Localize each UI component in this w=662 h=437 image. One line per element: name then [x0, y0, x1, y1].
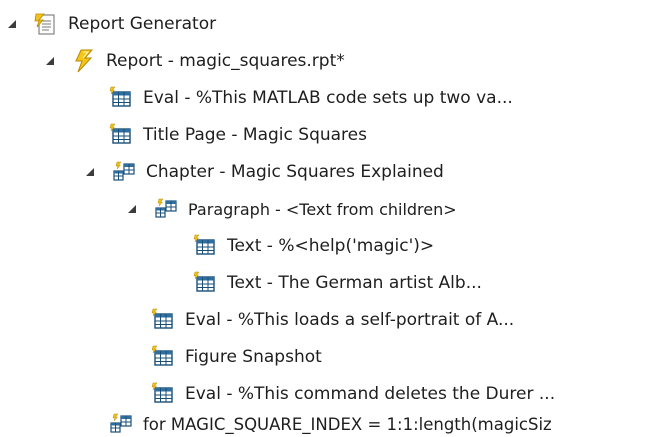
- tree-item-paragraph[interactable]: Paragraph - <Text from children>: [126, 191, 457, 227]
- expand-arrow-icon[interactable]: [44, 55, 56, 67]
- tree-item-label: Text - %<help('magic')>: [227, 236, 435, 256]
- tree-item-label: Paragraph - <Text from children>: [188, 199, 457, 219]
- tree-item-eval-self-portrait[interactable]: Eval - %This loads a self-portrait of A.…: [151, 302, 514, 338]
- tree-item-label: Eval - %This MATLAB code sets up two va.…: [143, 88, 513, 108]
- tree-item-report[interactable]: Report - magic_squares.rpt*: [44, 43, 345, 79]
- tree-item-for-loop[interactable]: for MAGIC_SQUARE_INDEX = 1:1:length(magi…: [109, 411, 662, 437]
- table-icon: [151, 345, 175, 369]
- tree-item-report-generator[interactable]: Report Generator: [6, 6, 216, 42]
- tree-item-eval-delete-durer[interactable]: Eval - %This command deletes the Durer .…: [151, 376, 555, 412]
- tree-item-figure-snapshot[interactable]: Figure Snapshot: [151, 339, 322, 375]
- tree-item-label: Chapter - Magic Squares Explained: [146, 162, 444, 182]
- tree-item-label: Figure Snapshot: [185, 347, 322, 367]
- tree-item-text-help[interactable]: Text - %<help('magic')>: [193, 228, 434, 264]
- tree-item-label: Text - The German artist Alb...: [227, 273, 482, 293]
- tree-item-label: Eval - %This command deletes the Durer .…: [185, 384, 556, 404]
- table-icon: [151, 308, 175, 332]
- table-icon: [193, 271, 217, 295]
- tree-item-label: Eval - %This loads a self-portrait of A.…: [185, 310, 515, 330]
- table-icon: [151, 382, 175, 406]
- tree-item-label: Title Page - Magic Squares: [143, 125, 367, 145]
- report-generator-icon: [34, 12, 58, 36]
- table-icon: [193, 234, 217, 258]
- tree-item-title-page[interactable]: Title Page - Magic Squares: [109, 117, 367, 153]
- table-icon: [109, 86, 133, 110]
- lightning-icon: [72, 49, 96, 73]
- tree-item-chapter[interactable]: Chapter - Magic Squares Explained: [84, 154, 444, 190]
- expand-arrow-icon[interactable]: [126, 203, 138, 215]
- expand-arrow-icon[interactable]: [6, 18, 18, 30]
- tree-item-text-german-artist[interactable]: Text - The German artist Alb...: [193, 265, 482, 301]
- tree-item-label: Report Generator: [68, 14, 217, 34]
- table-icon: [109, 123, 133, 147]
- expand-arrow-icon[interactable]: [84, 166, 96, 178]
- tree-item-label: for MAGIC_SQUARE_INDEX = 1:1:length(magi…: [143, 414, 552, 434]
- tree-item-label: Report - magic_squares.rpt*: [106, 51, 345, 71]
- component-tree-icon: [112, 160, 136, 184]
- component-tree-icon: [109, 412, 133, 436]
- tree-item-eval-setup[interactable]: Eval - %This MATLAB code sets up two va.…: [109, 80, 513, 116]
- component-tree-icon: [154, 197, 178, 221]
